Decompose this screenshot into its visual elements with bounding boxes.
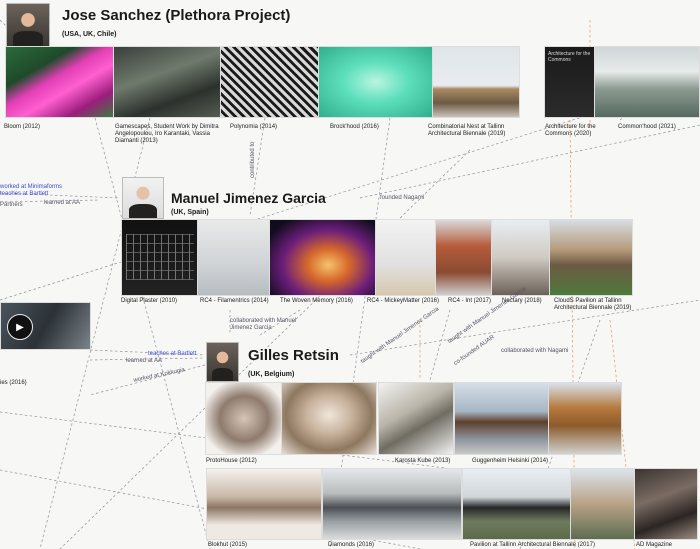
person-location: (UK, Belgium) [248, 371, 295, 378]
project-image[interactable] [281, 382, 377, 455]
project-caption: Bloom (2012) [4, 124, 41, 130]
project-image[interactable] [113, 46, 222, 118]
person-location: (UK, Spain) [171, 209, 209, 216]
video-overlay-text: Architecture for the Commons [548, 51, 591, 63]
project-caption: Blokhut (2015) [208, 542, 248, 548]
edge-label: learned at AA [126, 358, 163, 364]
project-caption: CloudS Pavilion at Tallinn Architectural… [554, 298, 632, 311]
project-image[interactable] [548, 382, 622, 455]
project-image[interactable] [432, 46, 520, 118]
edge-label: taught with Manuel Jimenez Garcia [360, 306, 441, 365]
project-image[interactable] [454, 382, 550, 455]
project-caption: Diamonds (2016) [328, 542, 375, 548]
project-image[interactable]: Architecture for the Commons [544, 46, 595, 118]
person-name[interactable]: Gilles Retsin [248, 347, 339, 364]
avatar[interactable] [6, 3, 50, 47]
project-image[interactable] [634, 468, 698, 540]
project-caption: Karosta Kube (2013) [395, 458, 451, 464]
project-caption: Digital Plaster (2010) [121, 298, 178, 304]
project-image[interactable] [220, 46, 320, 118]
project-image[interactable] [462, 468, 572, 540]
project-image[interactable] [205, 382, 283, 455]
edge-label: collaborated with Manuel Jimenez Garcia [230, 318, 297, 331]
edge-label: contributed to [250, 141, 256, 178]
project-image[interactable] [570, 468, 635, 540]
project-image[interactable] [206, 468, 322, 540]
avatar[interactable] [206, 342, 239, 382]
project-image[interactable] [375, 219, 437, 296]
project-caption: Polynomia (2014) [230, 124, 278, 130]
project-image[interactable] [269, 219, 377, 296]
project-caption: The Woven Memory (2016) [280, 298, 353, 304]
project-caption: Architecture for the Commons (2020) [545, 124, 596, 137]
edge-label: worked at Kokkugia [133, 367, 186, 384]
project-image[interactable] [197, 219, 271, 296]
project-image[interactable] [322, 468, 462, 540]
edge-label: Partners [0, 202, 23, 208]
project-caption: Brock'hood (2016) [330, 124, 379, 130]
project-caption: Gamescapes, Student Work by Dimitra Ange… [115, 124, 219, 144]
project-caption: RC4 - Filamentrics (2014) [200, 298, 269, 304]
edge-label: co-founded AUAR [453, 334, 496, 367]
edge-label: worked at Minimaforms [0, 184, 63, 190]
project-caption: ProtoHouse (2012) [206, 458, 257, 464]
graph-canvas[interactable]: Jose Sanchez (Plethora Project) (USA, UK… [0, 0, 700, 549]
edge-label: teaches at Bartlett [0, 191, 49, 197]
project-caption: Combinatorial Nest at Tallinn Architectu… [428, 124, 506, 137]
project-image[interactable] [318, 46, 433, 118]
edge-label: founded Nagami [380, 195, 425, 201]
person-name[interactable]: Manuel Jimenez Garcia [171, 190, 326, 206]
edge-label: teaches at Bartlett [148, 351, 197, 357]
project-caption: AD Magazine [636, 542, 673, 548]
project-image[interactable] [594, 46, 700, 118]
project-caption: RC4 - MickeyMatter (2016) [367, 298, 440, 304]
project-image[interactable] [491, 219, 551, 296]
project-image[interactable] [5, 46, 114, 118]
person-name[interactable]: Jose Sanchez (Plethora Project) [62, 7, 290, 24]
project-caption: RC4 - Int (2017) [448, 298, 492, 304]
video-thumbnail[interactable]: ▶ [0, 302, 91, 350]
project-caption: Pavilion at Tallinn Architectural Bienna… [470, 542, 595, 548]
project-caption: Guggenheim Helsinki (2014) [472, 458, 549, 464]
person-location: (USA, UK, Chile) [62, 31, 117, 38]
project-image[interactable] [435, 219, 493, 296]
edge-label: collaborated with Nagami [501, 348, 569, 354]
project-caption: Common'hood (2021) [618, 124, 676, 130]
avatar[interactable] [122, 177, 164, 219]
play-icon[interactable]: ▶ [7, 314, 33, 340]
edge-label: learned at AA [44, 200, 81, 206]
project-caption: ies (2016) [0, 380, 27, 386]
project-image[interactable] [549, 219, 633, 296]
project-image[interactable] [121, 219, 199, 296]
project-image[interactable] [378, 382, 454, 455]
